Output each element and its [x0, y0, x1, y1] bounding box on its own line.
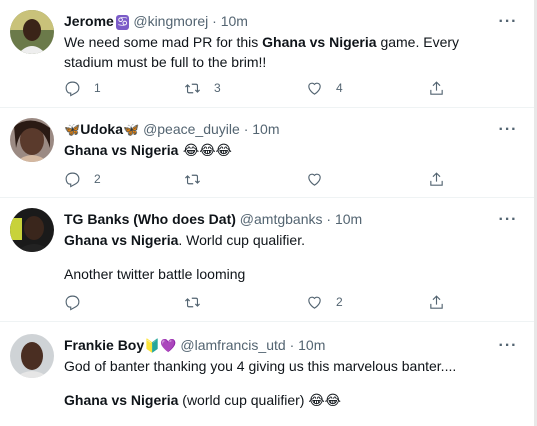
share-button[interactable] [428, 168, 445, 190]
tweet-card[interactable]: TG Banks (Who does Dat) @amtgbanks · 10m… [0, 198, 534, 322]
name-emoji: 🦋 [64, 123, 81, 138]
tweet-card[interactable]: Frankie Boy🔰💜 @lamfrancis_utd · 10m ··· … [0, 322, 534, 426]
handle[interactable]: @lamfrancis_utd [180, 337, 285, 353]
avatar[interactable] [10, 118, 54, 162]
heart-icon [308, 82, 321, 95]
display-name[interactable]: Jerome [64, 13, 114, 29]
retweet-icon [185, 174, 200, 184]
share-button[interactable] [428, 291, 445, 313]
separator: · [243, 121, 249, 137]
timestamp[interactable]: 10m [298, 337, 325, 353]
tweet-text-part: . World cup qualifier. [178, 232, 305, 248]
name-emoji: 🔰💜 [144, 339, 177, 354]
display-name[interactable]: Frankie Boy [64, 337, 144, 353]
tweet-text: Ghana vs Nigeria. World cup qualifier. [64, 230, 510, 250]
tweet-text: Ghana vs Nigeria 😂😂😂 [64, 140, 510, 161]
separator: · [326, 211, 332, 227]
heart-icon [308, 296, 321, 309]
handle[interactable]: @peace_duyile [143, 121, 240, 137]
like-button[interactable] [306, 168, 323, 190]
handle[interactable]: @kingmorej [133, 13, 208, 29]
separator: · [289, 337, 295, 353]
avatar[interactable] [10, 334, 54, 378]
name-emoji: 🦋 [122, 123, 140, 138]
retweet-count: 3 [214, 81, 221, 95]
retweet-button[interactable] [184, 168, 201, 190]
like-button[interactable]: 4 [306, 77, 343, 99]
tweet-text-part: 😂😂😂 [178, 143, 232, 159]
like-count: 2 [336, 295, 343, 309]
tweet-header: Frankie Boy🔰💜 @lamfrancis_utd · 10m [64, 336, 494, 356]
reply-icon [65, 172, 80, 188]
reply-button[interactable]: 2 [64, 168, 101, 190]
avatar[interactable] [10, 208, 54, 252]
tweet-text-bold: Ghana vs Nigeria [64, 232, 179, 248]
timestamp[interactable]: 10m [335, 211, 362, 227]
handle[interactable]: @amtgbanks [240, 211, 323, 227]
tweet-text: Ghana vs Nigeria (world cup qualifier) 😂… [64, 390, 510, 410]
reply-count: 2 [94, 172, 101, 186]
tweet-card[interactable]: Jerome ♋ @kingmorej · 10m ··· We need som… [0, 0, 534, 108]
retweet-icon [185, 83, 200, 93]
name-emoji: ♋ [115, 15, 130, 30]
heart-icon [308, 173, 321, 186]
tweet-text-line: God of banter thanking you 4 giving us t… [64, 358, 457, 374]
reply-button[interactable] [64, 291, 81, 313]
tweet-text-line: Another twitter battle looming [64, 266, 246, 282]
tweet-card[interactable]: 🦋Udoka🦋 @peace_duyile · 10m ··· Ghana vs… [0, 108, 534, 198]
display-name[interactable]: TG Banks (Who does Dat) [64, 211, 236, 227]
timestamp[interactable]: 10m [221, 13, 248, 29]
reply-icon [65, 81, 80, 97]
tweet-text-bold: Ghana vs Nigeria [64, 392, 179, 408]
tweet-header: Jerome ♋ @kingmorej · 10m [64, 12, 494, 32]
tweet-header: TG Banks (Who does Dat) @amtgbanks · 10m [64, 210, 494, 228]
tweet-text-bold: Ghana vs Nigeria [262, 34, 377, 50]
retweet-button[interactable]: 3 [184, 77, 221, 99]
avatar[interactable] [10, 10, 54, 54]
like-button[interactable]: 2 [306, 291, 343, 313]
share-icon [430, 294, 443, 309]
tweet-header: 🦋Udoka🦋 @peace_duyile · 10m [64, 120, 494, 140]
tweet-text: We need some mad PR for this Ghana vs Ni… [64, 32, 510, 72]
reply-count: 1 [94, 81, 101, 95]
share-icon [430, 171, 443, 186]
separator: · [212, 13, 217, 29]
tweet-text-bold: Ghana vs Nigeria [64, 142, 179, 158]
tweet-actions: 1 3 4 [56, 77, 456, 99]
like-count: 4 [336, 81, 343, 95]
retweet-icon [185, 297, 200, 307]
tweet-actions: 2 [56, 291, 456, 313]
timestamp[interactable]: 10m [252, 121, 279, 137]
reply-icon [65, 295, 80, 311]
tweet-actions: 2 [56, 168, 456, 190]
display-name[interactable]: Udoka [80, 121, 123, 137]
share-button[interactable] [428, 77, 445, 99]
reply-button[interactable]: 1 [64, 77, 101, 99]
retweet-button[interactable] [184, 291, 201, 313]
share-icon [430, 80, 443, 95]
tweet-text-part: (world cup qualifier) 😂😂 [178, 392, 342, 408]
tweet-text-part: We need some mad PR for this [64, 34, 263, 50]
